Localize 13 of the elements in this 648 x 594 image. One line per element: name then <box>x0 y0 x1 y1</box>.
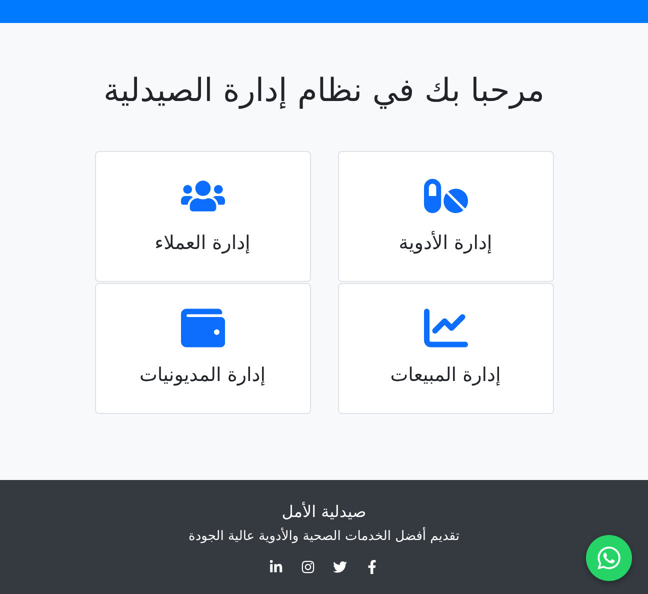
tagline: تقديم أفضل الخدمات الصحية والأدوية عالية الجودة <box>188 529 460 544</box>
module-card[interactable]: إدارة المديونيات <box>94 283 310 414</box>
wallet-icon <box>180 306 224 350</box>
linkedin-icon[interactable] <box>269 560 283 574</box>
page-title: مرحبا بك في نظام إدارة الصيدلية <box>103 71 545 109</box>
pharmacy-name: صيدلية الأمل <box>282 502 366 521</box>
module-card[interactable]: إدارة الأدوية <box>338 151 554 282</box>
instagram-icon[interactable] <box>301 560 315 574</box>
twitter-icon[interactable] <box>333 560 347 574</box>
module-card[interactable]: إدارة المبيعات <box>338 283 554 414</box>
whatsapp-icon <box>596 545 622 571</box>
module-card[interactable]: إدارة العملاء <box>94 151 310 282</box>
line-chart-icon <box>424 306 468 350</box>
